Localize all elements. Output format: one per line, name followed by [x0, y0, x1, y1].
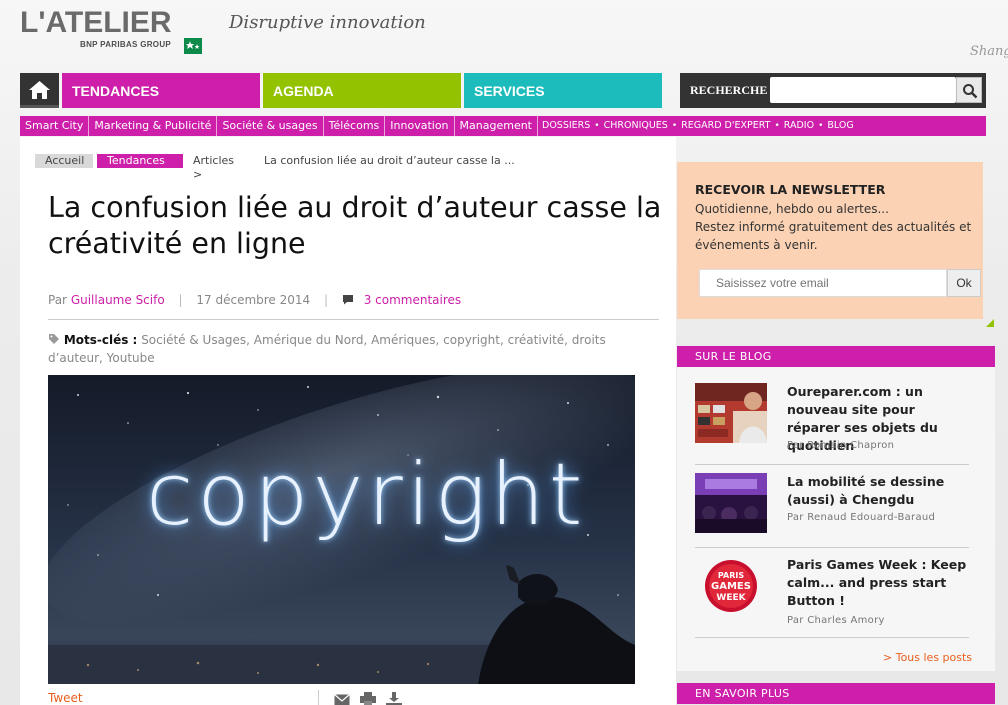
article-tags: Mots-clés : Société & Usages, Amérique d…: [48, 331, 663, 367]
search-input[interactable]: [770, 77, 956, 103]
newsletter-title: RECEVOIR LA NEWSLETTER: [695, 182, 886, 197]
search-button[interactable]: [956, 77, 982, 103]
newsletter-submit-button[interactable]: Ok: [947, 269, 981, 297]
subnav-smart-city[interactable]: Smart City: [20, 116, 90, 136]
sub-navigation: Smart City Marketing & Publicité Société…: [20, 116, 986, 136]
blog-post-title[interactable]: Paris Games Week : Keep calm... and pres…: [787, 556, 967, 610]
site-logo[interactable]: L'ATELIER BNP PARIBAS GROUP: [20, 6, 205, 56]
mail-icon[interactable]: [334, 691, 350, 705]
article-meta: Par Guillaume Scifo | 17 décembre 2014 |…: [48, 293, 461, 307]
share-divider: [318, 690, 319, 705]
search-bar: RECHERCHE: [680, 73, 986, 108]
meta-divider-line: [48, 319, 659, 320]
tab-agenda[interactable]: AGENDA: [263, 73, 461, 108]
paris-games-week-logo[interactable]: PARIS GAMES WEEK: [695, 556, 767, 616]
blog-section-header: SUR LE BLOG: [677, 346, 995, 367]
blog-divider: [695, 547, 969, 548]
breadcrumb-current: La confusion liée au droit d’auteur cass…: [264, 154, 515, 167]
subnav-chroniques[interactable]: CHRONIQUES: [600, 116, 672, 136]
newsletter-line-1: Quotidienne, hebdo ou alertes...: [695, 202, 889, 216]
subnav-telecoms[interactable]: Télécoms: [324, 116, 386, 136]
blog-thumbnail[interactable]: [695, 383, 767, 443]
byline-prefix: Par: [48, 293, 67, 307]
home-button[interactable]: [20, 73, 59, 108]
logo-subtitle: BNP PARIBAS GROUP: [80, 40, 172, 49]
tab-services[interactable]: SERVICES: [464, 73, 662, 108]
sidebar: RECEVOIR LA NEWSLETTER Quotidienne, hebd…: [676, 137, 996, 705]
blog-post-author: Par Charles Amory: [787, 615, 885, 626]
subnav-regard-expert[interactable]: REGARD D'EXPERT: [677, 116, 774, 136]
tag-icon: [49, 334, 59, 344]
search-icon: [963, 84, 978, 99]
subnav-blog[interactable]: BLOG: [823, 116, 857, 136]
tweet-button[interactable]: Tweet: [48, 691, 83, 705]
page-title: La confusion liée au droit d’auteur cass…: [48, 191, 662, 260]
logo-wordmark: L'ATELIER: [20, 6, 172, 39]
breadcrumb-accueil[interactable]: Accueil: [35, 154, 93, 168]
breadcrumb-articles[interactable]: Articles >: [185, 154, 242, 181]
subnav-radio[interactable]: RADIO: [780, 116, 818, 136]
newsletter-line-2: Restez informé gratuitement des actualit…: [695, 220, 972, 252]
pgw-logo-line-2: GAMES: [711, 581, 751, 592]
download-icon[interactable]: [386, 691, 402, 705]
blog-post-title[interactable]: La mobilité se dessine (aussi) à Chengdu: [787, 473, 967, 509]
article-date: 17 décembre 2014: [196, 293, 311, 307]
subnav-management[interactable]: Management: [455, 116, 538, 136]
comments-link[interactable]: 3 commentaires: [364, 293, 461, 307]
comment-icon: [342, 295, 353, 305]
pgw-logo-line-3: WEEK: [716, 593, 746, 603]
meta-divider: |: [178, 293, 183, 307]
meta-divider: |: [324, 293, 329, 307]
blog-post[interactable]: PARIS GAMES WEEK Paris Games Week : Keep…: [695, 556, 969, 626]
blog-divider: [695, 637, 969, 638]
hero-copyright-text: copyright: [146, 445, 587, 545]
subnav-dossiers[interactable]: DOSSIERS: [538, 116, 594, 136]
newsletter-box: RECEVOIR LA NEWSLETTER Quotidienne, hebd…: [677, 162, 983, 319]
blog-post-author: Par Renaud Edouard-Baraud: [787, 512, 936, 523]
print-icon[interactable]: [360, 691, 376, 705]
subnav-societe[interactable]: Société & usages: [217, 116, 324, 136]
subnav-marketing[interactable]: Marketing & Publicité: [89, 116, 218, 136]
home-icon: [29, 81, 50, 99]
breadcrumb-tendances[interactable]: Tendances: [97, 154, 183, 168]
newsletter-email-input[interactable]: [699, 269, 947, 297]
author-link[interactable]: Guillaume Scifo: [71, 293, 165, 307]
newsletter-description: Quotidienne, hebdo ou alertes... Restez …: [695, 200, 980, 254]
site-tagline: Disruptive innovation: [229, 12, 426, 33]
article-panel: Accueil Tendances Articles > La confusio…: [20, 137, 676, 705]
blog-divider: [695, 464, 969, 465]
blog-thumbnail[interactable]: [695, 473, 767, 533]
blog-list: Oureparer.com : un nouveau site pour rép…: [677, 367, 995, 671]
tab-tendances[interactable]: TENDANCES: [62, 73, 260, 108]
all-posts-link[interactable]: > Tous les posts: [883, 651, 972, 664]
article-hero-image: copyright: [48, 375, 635, 684]
search-label: RECHERCHE: [690, 83, 768, 97]
blog-post[interactable]: Oureparer.com : un nouveau site pour rép…: [695, 383, 969, 453]
blog-post[interactable]: La mobilité se dessine (aussi) à Chengdu…: [695, 473, 969, 535]
blog-post-author: Par Romain Chapron: [787, 440, 895, 451]
tags-label: Mots-clés :: [63, 333, 138, 347]
pgw-logo-line-1: PARIS: [718, 571, 744, 580]
map-city-label: Shang: [970, 44, 1008, 59]
subnav-innovation[interactable]: Innovation: [385, 116, 455, 136]
corner-accent: [986, 319, 994, 327]
bnp-stars-icon: [184, 38, 202, 54]
more-section-header: EN SAVOIR PLUS: [677, 683, 995, 704]
